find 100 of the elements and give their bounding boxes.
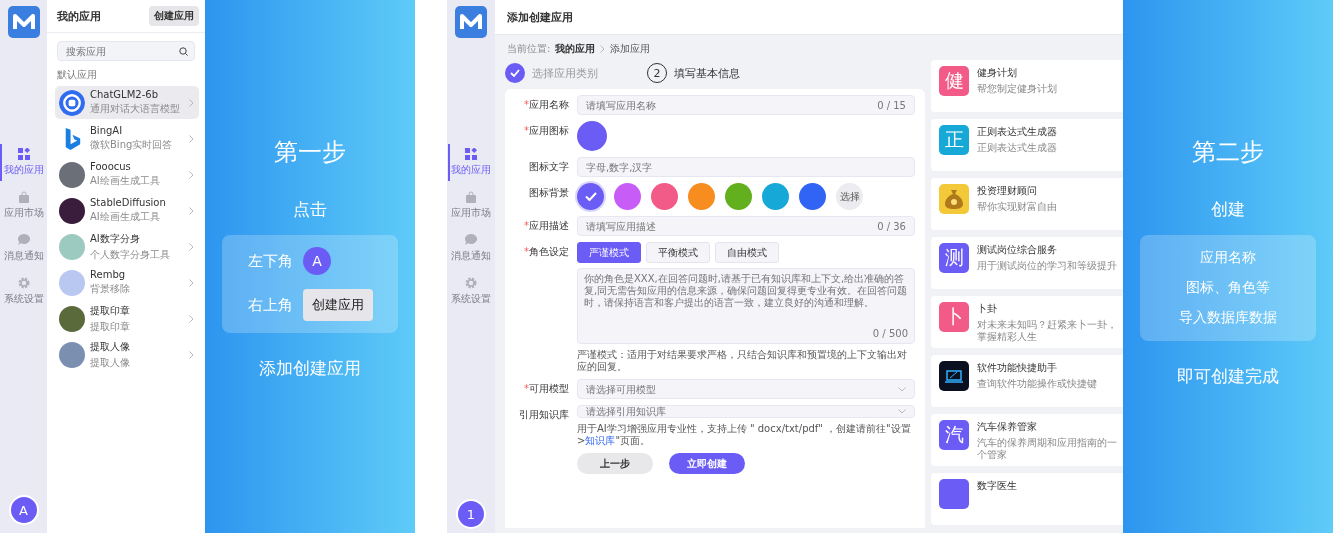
step-title: 第二步	[1192, 137, 1264, 168]
app-name: ChatGLM2-6b	[90, 89, 159, 100]
choose-color-button[interactable]: 选择	[836, 183, 863, 210]
app-list-item[interactable]: BingAI 微软Bing实时回答	[55, 122, 199, 155]
user-avatar[interactable]: A	[8, 495, 39, 525]
template-description: 用于测试岗位的学习和等级提升	[977, 260, 1118, 272]
app-description: AI绘画生成工具	[90, 174, 161, 188]
color-swatch[interactable]	[762, 183, 789, 210]
template-card[interactable]: 测 测试岗位综合服务 用于测试岗位的学习和等级提升	[931, 237, 1123, 289]
create-app-button[interactable]: 创建应用	[303, 289, 373, 321]
template-title: 数字医生	[977, 479, 1018, 493]
mode-tab[interactable]: 平衡模式	[646, 242, 710, 263]
nav-item[interactable]: 系统设置	[0, 277, 47, 306]
color-swatch[interactable]	[799, 183, 826, 210]
app-description: 背景移除	[90, 282, 131, 296]
role-text-area[interactable]: 你的角色是XXX,在回答问题时,请基于已有知识库和上下文,给出准确的答复,同无需告知应用的信息来源，确保问题回复得更专业有效。在回答问题时，请保持语言和客户提出的语言一致，建立良好的沟通和理解。 0 / 500	[577, 268, 915, 344]
create-app-button[interactable]: 创建应用	[149, 6, 199, 26]
app-name: 提取人像	[90, 339, 131, 354]
chevron-right-icon	[189, 314, 194, 323]
nav-item[interactable]: 消息通知	[447, 234, 495, 263]
nav-item[interactable]: 应用市场	[447, 191, 495, 220]
color-swatch[interactable]	[651, 183, 678, 210]
color-swatch[interactable]	[688, 183, 715, 210]
app-name: 提取印章	[90, 303, 131, 318]
app-icon: 测	[939, 243, 969, 273]
template-card[interactable]: 健 健身计划 帮您制定健身计划	[931, 60, 1123, 112]
instruction-line: 应用名称	[1200, 249, 1256, 267]
panel-title: 我的应用	[57, 8, 101, 24]
description-field[interactable]: 请填写应用描述 0 / 36	[577, 216, 915, 236]
template-title: 测试岗位综合服务	[977, 243, 1058, 257]
position-label: 右上角	[248, 295, 293, 315]
mode-hint: 严谨模式：适用于对结果要求严格，只结合知识库和预置境的上下文输出对应的回复。	[577, 349, 908, 373]
bag-icon	[465, 191, 477, 203]
template-description: 汽车的保养周期和应用指南的一个管家	[977, 437, 1118, 461]
avatar: A	[303, 247, 331, 275]
page-title: 添加创建应用	[507, 9, 573, 25]
app-description: AI绘画生成工具	[90, 210, 161, 224]
back-button[interactable]: 上一步	[577, 453, 653, 474]
app-description: 提取印章	[90, 319, 131, 334]
app-list-item[interactable]: StableDiffusion AI绘画生成工具	[55, 194, 199, 227]
template-card[interactable]: 汽 汽车保养管家 汽车的保养周期和应用指南的一个管家	[931, 414, 1123, 466]
mode-tab[interactable]: 严谨模式	[577, 242, 641, 263]
app-name: Fooocus	[90, 161, 132, 172]
nav-item[interactable]: 我的应用	[0, 148, 47, 177]
description-input[interactable]: 请填写应用描述	[586, 217, 874, 235]
field-label: *应用名称	[523, 98, 569, 112]
nav-item[interactable]: 消息通知	[0, 234, 47, 263]
app-name-input[interactable]: 请填写应用名称	[586, 96, 874, 114]
app-name-field[interactable]: 请填写应用名称 0 / 15	[577, 95, 915, 115]
app-list-item[interactable]: AI数字分身 个人数字分身工具	[55, 230, 199, 263]
knowledge-base-input[interactable]: 请选择引用知识库	[586, 406, 894, 417]
step-result: 添加创建应用	[259, 357, 361, 380]
position-label: 左下角	[248, 251, 293, 271]
chevron-right-icon	[189, 170, 194, 179]
template-title: 健身计划	[977, 66, 1018, 80]
app-list-item[interactable]: Fooocus AI绘画生成工具	[55, 158, 199, 191]
color-swatch[interactable]	[614, 183, 641, 210]
template-card[interactable]: 数字医生	[931, 473, 1123, 525]
char-count: 0 / 36	[877, 220, 906, 232]
template-card[interactable]: 正 正则表达式生成器 正则表达式生成器	[931, 119, 1123, 171]
breadcrumb-link[interactable]: 我的应用	[555, 42, 596, 56]
template-card[interactable]: 投资理财顾问 帮你实现财富自由	[931, 178, 1123, 230]
app-name: AI数字分身	[90, 231, 141, 246]
app-icon: 正	[939, 125, 969, 155]
color-swatch[interactable]	[725, 183, 752, 210]
knowledge-base-link[interactable]: 知识库	[585, 435, 616, 446]
mode-tab[interactable]: 自由模式	[715, 242, 779, 263]
search-input[interactable]: 搜索应用	[66, 45, 179, 57]
nav-item[interactable]: 应用市场	[0, 191, 47, 220]
step-action: 创建	[1211, 198, 1245, 221]
field-label: *应用图标	[523, 124, 569, 138]
chat-icon	[465, 234, 477, 246]
chevron-down-icon	[898, 409, 906, 414]
app-list-item[interactable]: Rembg 背景移除	[55, 266, 199, 299]
step-badge: 1	[456, 499, 486, 529]
search-field[interactable]: 搜索应用	[57, 41, 195, 61]
app-list-item[interactable]: 提取人像 提取人像	[55, 338, 199, 371]
app-name: Rembg	[90, 269, 127, 280]
chevron-down-icon	[898, 386, 906, 392]
apps-icon	[17, 148, 30, 160]
instruction-line: 图标、角色等	[1186, 279, 1270, 297]
template-card[interactable]: 卜 卜卦 对未来未知吗？赶紧来卜一卦，掌握精彩人生	[931, 296, 1123, 348]
model-input[interactable]: 请选择可用模型	[586, 380, 894, 398]
nav-item[interactable]: 我的应用	[447, 148, 495, 177]
app-icon: 汽	[939, 420, 969, 450]
nav-item[interactable]: 系统设置	[447, 277, 495, 306]
template-card[interactable]: 软件功能快捷助手 查询软件功能操作或快捷键	[931, 355, 1123, 407]
knowledge-base-select[interactable]: 请选择引用知识库	[577, 405, 915, 418]
app-icon: 健	[939, 66, 969, 96]
chevron-right-icon	[189, 134, 194, 143]
field-label: 图标背景	[528, 186, 569, 200]
bag-icon	[17, 191, 30, 203]
color-swatch[interactable]	[577, 183, 604, 210]
create-now-button[interactable]: 立即创建	[669, 453, 745, 474]
app-icon: 卜	[939, 302, 969, 332]
model-select[interactable]: 请选择可用模型	[577, 379, 915, 399]
app-list-item[interactable]: 提取印章 提取印章	[55, 302, 199, 335]
step-action: 点击	[293, 198, 327, 221]
settings-icon	[465, 277, 477, 289]
app-list-item[interactable]: ChatGLM2-6b 通用对话大语言模型	[55, 86, 199, 119]
